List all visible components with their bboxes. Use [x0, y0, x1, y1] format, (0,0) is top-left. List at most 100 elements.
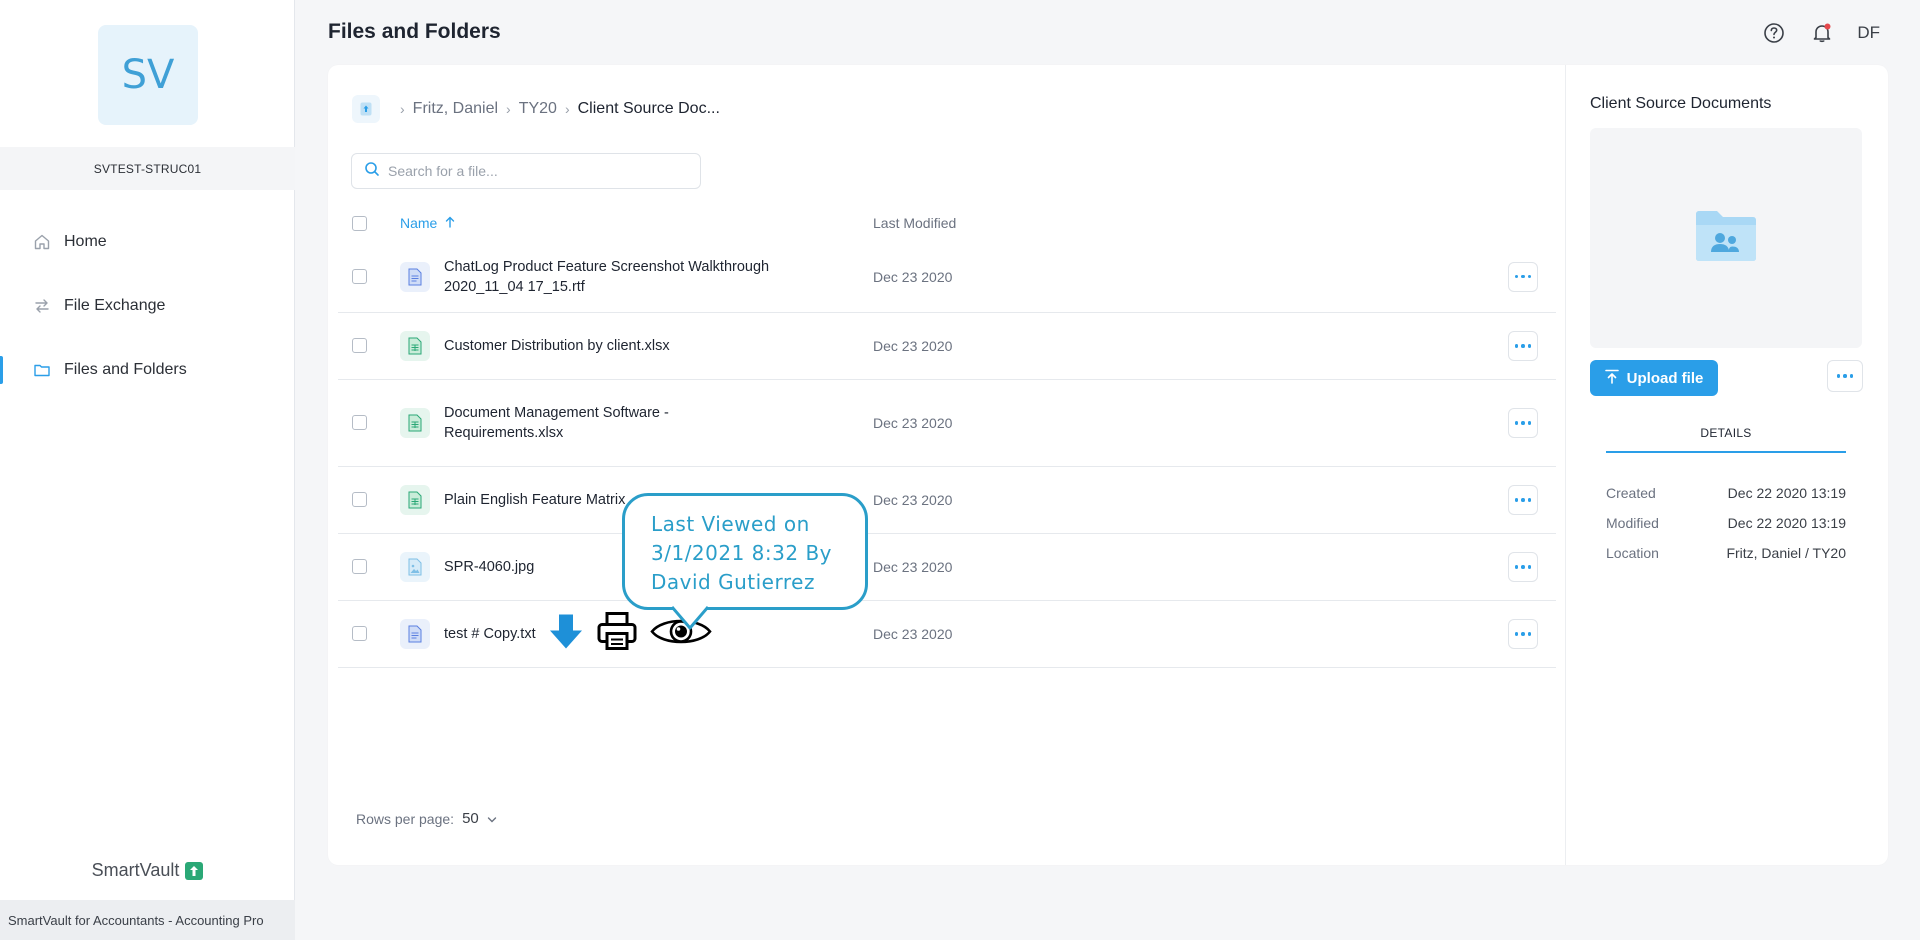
row-checkbox[interactable]	[352, 338, 367, 353]
table-row[interactable]: test # Copy.txt Dec 23 2020	[338, 601, 1556, 668]
row-checkbox[interactable]	[352, 492, 367, 507]
chevron-down-icon[interactable]	[487, 811, 497, 827]
more-dots-icon	[1514, 344, 1532, 348]
user-menu[interactable]: DF	[1857, 23, 1880, 43]
sidebar-item-home[interactable]: Home	[0, 210, 295, 274]
details-more-button[interactable]	[1827, 360, 1863, 392]
upload-button-label: Upload file	[1626, 369, 1704, 387]
select-all-checkbox[interactable]	[352, 215, 367, 231]
table-row[interactable]: Document Management Software - Requireme…	[338, 380, 1556, 467]
row-more-button[interactable]	[1508, 331, 1538, 361]
details-pane: Client Source Documents Upload file DETA…	[1566, 65, 1888, 865]
more-dots-icon	[1514, 421, 1532, 425]
notification-bell-icon[interactable]	[1809, 20, 1835, 46]
header-actions: DF	[1761, 20, 1880, 46]
row-more-button[interactable]	[1508, 408, 1538, 438]
shared-folder-icon	[1693, 208, 1759, 269]
name-column-header[interactable]: Name	[400, 215, 455, 231]
brand-mark-icon	[185, 861, 204, 880]
file-list-pane: › Fritz, Daniel › TY20 › Client Source D…	[328, 65, 1566, 865]
more-dots-icon	[1514, 498, 1532, 502]
exchange-icon	[32, 296, 52, 316]
account-name: SVTEST-STRUC01	[0, 147, 295, 190]
document-file-icon	[400, 619, 430, 649]
meta-row-location: Location Fritz, Daniel / TY20	[1606, 538, 1846, 568]
row-more-button[interactable]	[1508, 485, 1538, 515]
rows-per-page-label: Rows per page:	[356, 810, 455, 827]
spreadsheet-file-icon	[400, 331, 430, 361]
row-checkbox[interactable]	[352, 626, 367, 641]
file-name[interactable]: Customer Distribution by client.xlsx	[444, 336, 804, 356]
home-icon	[32, 232, 52, 252]
meta-value: Fritz, Daniel / TY20	[1726, 545, 1846, 561]
search-box	[351, 153, 701, 189]
folder-icon	[32, 360, 52, 380]
rows-per-page: Rows per page: 50	[356, 810, 497, 827]
file-name[interactable]: ChatLog Product Feature Screenshot Walkt…	[444, 257, 804, 297]
meta-value: Dec 22 2020 13:19	[1727, 515, 1846, 531]
files-card: › Fritz, Daniel › TY20 › Client Source D…	[328, 65, 1888, 865]
sidebar-item-label: File Exchange	[64, 297, 166, 314]
row-more-button[interactable]	[1508, 619, 1538, 649]
chevron-right-icon: ›	[400, 101, 405, 117]
file-name[interactable]: Document Management Software - Requireme…	[444, 403, 704, 443]
name-column-label: Name	[400, 215, 438, 231]
sidebar-item-files-and-folders[interactable]: Files and Folders	[0, 338, 295, 402]
file-modified-date: Dec 23 2020	[873, 338, 953, 354]
help-icon[interactable]	[1761, 20, 1787, 46]
image-file-icon	[400, 552, 430, 582]
file-modified-date: Dec 23 2020	[873, 415, 953, 431]
document-file-icon	[400, 261, 430, 292]
file-modified-date: Dec 23 2020	[873, 268, 953, 285]
page-title: Files and Folders	[328, 20, 501, 43]
table-row[interactable]: ChatLog Product Feature Screenshot Walkt…	[338, 241, 1556, 313]
spreadsheet-file-icon	[400, 408, 430, 438]
row-more-button[interactable]	[1508, 261, 1538, 292]
file-modified-date: Dec 23 2020	[873, 626, 953, 642]
download-icon[interactable]	[548, 613, 584, 656]
sort-ascending-icon	[445, 215, 455, 231]
modified-column-header[interactable]: Last Modified	[873, 215, 956, 231]
table-row[interactable]: SPR-4060.jpg Dec 23 2020	[338, 534, 1556, 601]
meta-key: Location	[1606, 545, 1659, 561]
sidebar-item-file-exchange[interactable]: File Exchange	[0, 274, 295, 338]
file-modified-date: Dec 23 2020	[873, 559, 953, 575]
row-more-button[interactable]	[1508, 552, 1538, 582]
breadcrumb-home-icon[interactable]	[352, 95, 380, 123]
row-checkbox[interactable]	[352, 415, 367, 430]
meta-row-created: Created Dec 22 2020 13:19	[1606, 478, 1846, 508]
rows-per-page-select[interactable]: 50	[462, 810, 479, 827]
breadcrumb-item[interactable]: Fritz, Daniel	[413, 100, 498, 118]
last-viewed-tooltip: Last Viewed on 3/1/2021 8:32 By David Gu…	[622, 493, 868, 610]
breadcrumb: › Fritz, Daniel › TY20 › Client Source D…	[352, 95, 720, 123]
meta-value: Dec 22 2020 13:19	[1727, 485, 1846, 501]
folder-preview	[1590, 128, 1862, 348]
table-row[interactable]: Customer Distribution by client.xlsx Dec…	[338, 313, 1556, 380]
more-dots-icon	[1836, 374, 1854, 378]
row-checkbox[interactable]	[352, 559, 367, 574]
table-row[interactable]: Plain English Feature Matrix Dec 23 2020	[338, 467, 1556, 534]
spreadsheet-file-icon	[400, 485, 430, 515]
file-modified-date: Dec 23 2020	[873, 492, 953, 508]
more-dots-icon	[1514, 632, 1532, 636]
brand-logo: SmartVault	[0, 860, 295, 881]
tooltip-tail	[672, 606, 708, 630]
account-avatar[interactable]: SV	[98, 25, 198, 125]
tab-details[interactable]: DETAILS	[1606, 415, 1846, 453]
search-icon	[364, 161, 380, 182]
tooltip-line: Last Viewed on	[651, 512, 810, 536]
product-footer: SmartVault for Accountants - Accounting …	[0, 900, 295, 940]
chevron-right-icon: ›	[506, 101, 511, 117]
brand-name: SmartVault	[91, 860, 180, 880]
sidebar-item-label: Home	[64, 233, 107, 250]
breadcrumb-item[interactable]: TY20	[519, 100, 557, 118]
print-icon[interactable]	[596, 612, 638, 657]
details-title: Client Source Documents	[1590, 95, 1772, 112]
file-name[interactable]: test # Copy.txt	[444, 624, 554, 644]
row-checkbox[interactable]	[352, 268, 367, 284]
search-input[interactable]	[388, 163, 688, 179]
details-meta: Created Dec 22 2020 13:19 Modified Dec 2…	[1606, 478, 1846, 568]
upload-file-button[interactable]: Upload file	[1590, 360, 1718, 396]
table-header: Name Last Modified	[338, 205, 1556, 241]
upload-icon	[1604, 369, 1619, 388]
